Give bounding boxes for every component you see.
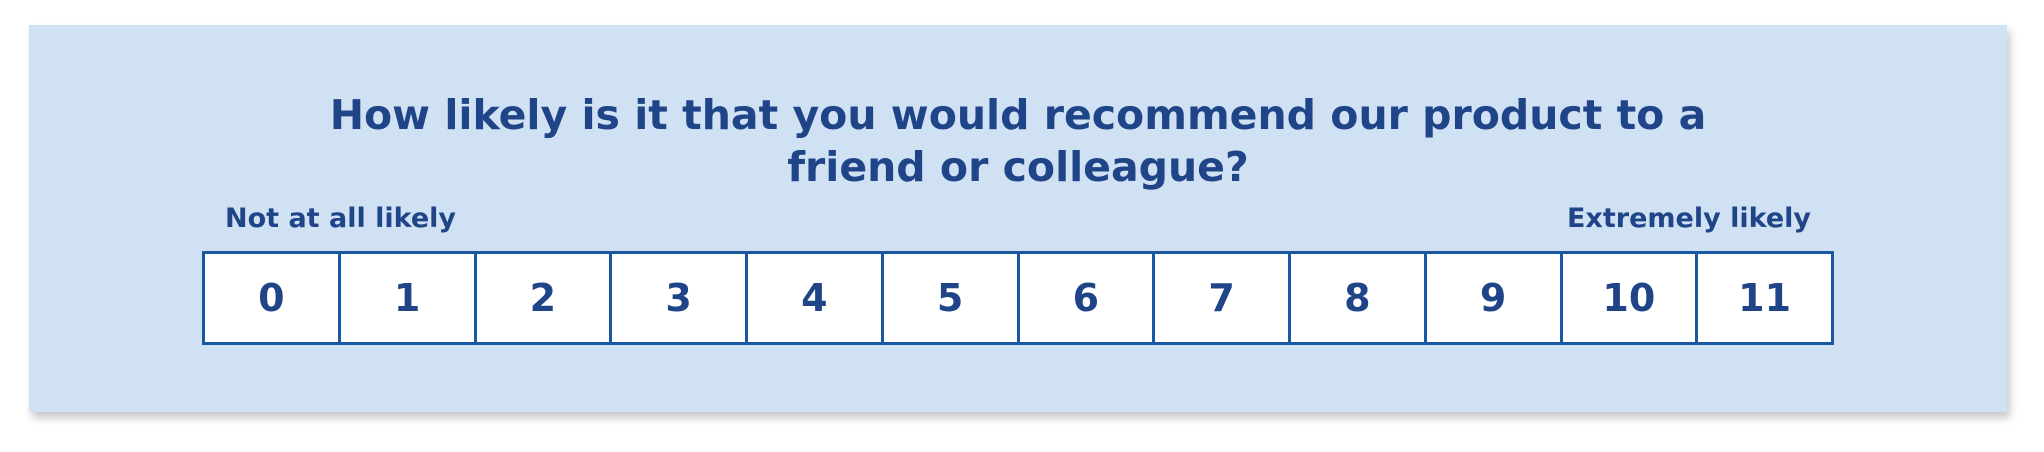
rating-option-3[interactable]: 3: [612, 254, 748, 342]
nps-survey-card: How likely is it that you would recommen…: [29, 25, 2007, 412]
rating-option-5[interactable]: 5: [883, 254, 1020, 342]
rating-option-1[interactable]: 1: [340, 254, 477, 342]
rating-option-7[interactable]: 7: [1155, 254, 1291, 342]
scale-high-label: Extremely likely: [1566, 203, 1811, 234]
rating-option-4[interactable]: 4: [748, 254, 884, 342]
rating-option-6[interactable]: 6: [1019, 254, 1156, 342]
rating-option-0[interactable]: 0: [205, 254, 341, 342]
rating-option-8[interactable]: 8: [1291, 254, 1427, 342]
survey-question-line-2: friend or colleague?: [787, 143, 1249, 191]
survey-question-line-1: How likely is it that you would recommen…: [329, 91, 1707, 139]
rating-option-2[interactable]: 2: [476, 254, 613, 342]
rating-option-11[interactable]: 11: [1698, 254, 1831, 342]
rating-scale: 0 1 2 3 4 5 6 7 8 9 10 11: [202, 251, 1834, 345]
rating-option-10[interactable]: 10: [1562, 254, 1699, 342]
survey-question: How likely is it that you would recommen…: [29, 89, 2007, 193]
rating-option-9[interactable]: 9: [1426, 254, 1563, 342]
scale-low-label: Not at all likely: [225, 203, 457, 234]
